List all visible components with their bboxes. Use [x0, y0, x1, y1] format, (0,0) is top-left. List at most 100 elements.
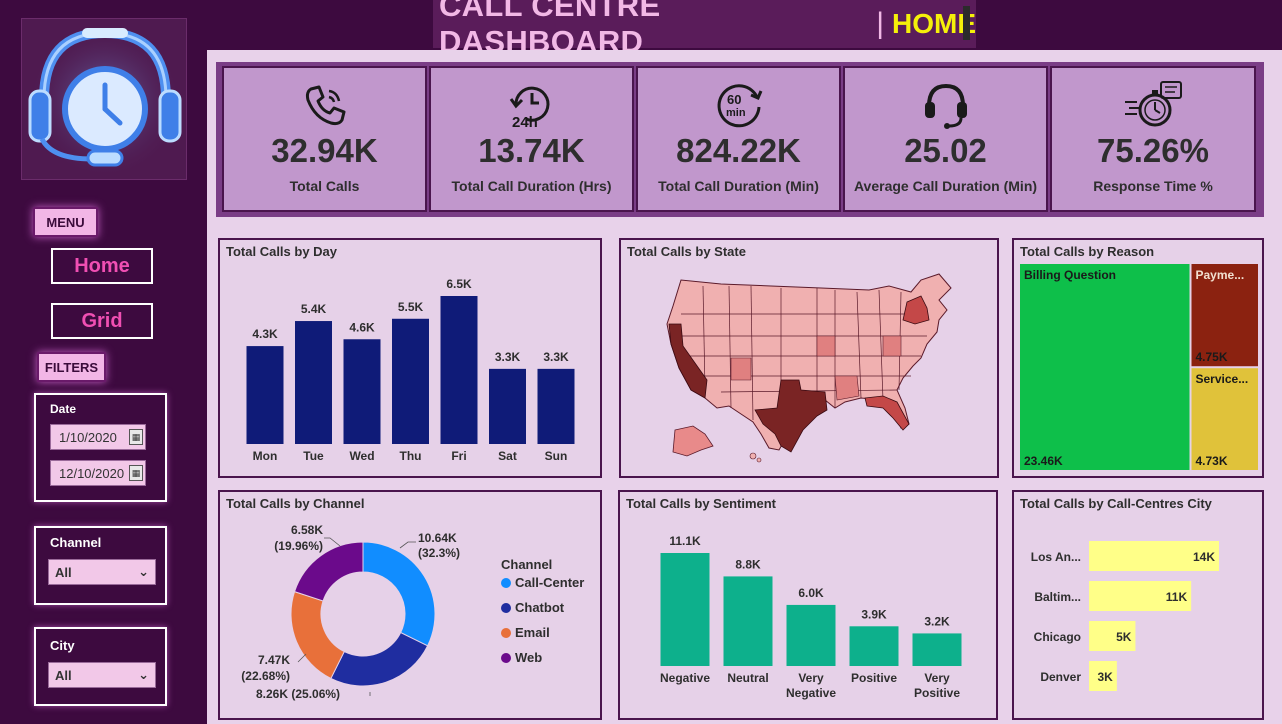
slice-label: 8.26K (25.06%): [256, 687, 340, 701]
leader-line: [297, 653, 307, 663]
menu-label: MENU: [33, 207, 98, 237]
city-select-value: All: [55, 667, 72, 683]
channel-filter: Channel All ⌄: [34, 526, 167, 605]
legend-marker: [501, 603, 511, 613]
x-tick-label: Positive: [914, 686, 960, 700]
title-bar-accent: [963, 6, 970, 40]
nav-grid-button[interactable]: Grid: [51, 303, 153, 339]
date-start-input[interactable]: 1/10/2020 ▦: [50, 424, 146, 450]
stopwatch-icon: [1123, 80, 1183, 130]
treemap-name: Payme...: [1196, 268, 1245, 282]
calendar-icon[interactable]: ▦: [129, 465, 143, 481]
state-hawaii: [749, 452, 757, 460]
city-filter-label: City: [50, 638, 75, 653]
bar: [723, 576, 773, 666]
us-map: [666, 273, 952, 463]
state-midtone: [816, 335, 836, 357]
bar: [295, 321, 332, 444]
slice-label: 7.47K: [258, 653, 290, 667]
x-tick-label: Sun: [545, 449, 568, 463]
y-tick-label: Denver: [1040, 670, 1081, 684]
date-filter-label: Date: [50, 402, 77, 416]
kpi-value: 13.74K: [478, 132, 585, 169]
kpi-label: Response Time %: [1093, 178, 1213, 194]
legend-marker: [501, 653, 511, 663]
channel-select-value: All: [55, 564, 72, 580]
data-label: 11K: [1166, 590, 1188, 604]
legend-marker: [501, 628, 511, 638]
donut-slice: [290, 590, 345, 680]
x-tick-label: Fri: [451, 449, 466, 463]
treemap-name: Service...: [1196, 372, 1249, 386]
kpi-value: 32.94K: [271, 132, 378, 169]
svg-text:60: 60: [727, 92, 741, 107]
legend-title: Channel: [501, 557, 552, 572]
bar: [912, 633, 962, 666]
y-tick-label: Baltim...: [1034, 590, 1081, 604]
data-label: 14K: [1193, 550, 1215, 564]
legend-item: Web: [515, 650, 542, 665]
chart-calls-by-sentiment[interactable]: Total Calls by Sentiment 11.1K Negative 8.…: [618, 490, 998, 720]
kpi-card-response-time: 75.26% Response Time %: [1050, 66, 1256, 212]
reason-treemap: Billing Question 23.46K Payme... 4.75K Servi…: [1020, 264, 1258, 470]
chart-calls-by-state[interactable]: Total Calls by State: [619, 238, 999, 478]
kpi-label: Total Call Duration (Hrs): [451, 178, 612, 194]
phone-icon: [303, 80, 347, 130]
kpi-card-total-calls: 32.94K Total Calls: [222, 66, 427, 212]
x-tick-label: Sat: [498, 449, 517, 463]
date-filter: Date 1/10/2020 ▦ 12/10/2020 ▦: [34, 393, 167, 502]
calendar-icon[interactable]: ▦: [129, 429, 143, 445]
nav-home-button[interactable]: Home: [51, 248, 153, 284]
treemap-value: 4.75K: [1196, 350, 1228, 364]
kpi-card-avg-duration: 25.02 Average Call Duration (Min): [843, 66, 1048, 212]
treemap-name: Billing Question: [1024, 268, 1116, 282]
y-tick-label: Los An...: [1031, 550, 1081, 564]
data-label: 3.3K: [543, 350, 569, 364]
headset-clock-icon: [27, 23, 183, 179]
donut-slice: [330, 631, 429, 687]
city-select[interactable]: All ⌄: [48, 662, 156, 688]
bar: [489, 368, 526, 444]
kpi-label: Total Call Duration (Min): [658, 178, 819, 194]
chevron-down-icon: ⌄: [138, 667, 149, 682]
data-label: 6.5K: [446, 277, 472, 291]
data-label: 3.2K: [924, 614, 950, 628]
bar: [343, 339, 381, 444]
sentiment-plot: 11.1KNegative8.8KNeutral6.0KVeryNegative…: [660, 534, 962, 700]
state-midtone: [882, 335, 902, 357]
chevron-down-icon: ⌄: [138, 564, 149, 579]
legend-marker: [501, 578, 511, 588]
x-tick-label: Very: [924, 671, 950, 685]
data-label: 4.6K: [349, 320, 375, 334]
slice-label: 10.64K: [418, 531, 457, 545]
data-label: 5K: [1116, 630, 1132, 644]
data-label: 3K: [1098, 670, 1114, 684]
slice-label: (22.68%): [241, 669, 290, 683]
city-filter: City All ⌄: [34, 627, 167, 706]
x-tick-label: Neutral: [727, 671, 768, 685]
chart-calls-by-day[interactable]: Total Calls by Day 4.3K Mon 5.4K Tue 4.6K Wed…: [218, 238, 602, 478]
chart-calls-by-reason[interactable]: Total Calls by Reason Billing Question 23…: [1012, 238, 1264, 478]
bar: [786, 604, 836, 666]
bar: [537, 368, 575, 444]
chart-calls-by-city[interactable]: Total Calls by Call-Centres City 14K Los …: [1012, 490, 1264, 720]
title-separator: |: [876, 7, 884, 40]
x-tick-label: Very: [798, 671, 824, 685]
leader-line: [324, 537, 341, 547]
headset-icon: [921, 80, 971, 130]
slice-label: (32.3%): [418, 546, 460, 560]
kpi-value: 75.26%: [1097, 132, 1209, 169]
data-label: 4.3K: [252, 327, 278, 341]
bar: [440, 296, 478, 444]
date-end-input[interactable]: 12/10/2020 ▦: [50, 460, 146, 486]
data-label: 5.5K: [398, 300, 424, 314]
channel-filter-label: Channel: [50, 535, 102, 550]
data-label: 3.9K: [861, 607, 887, 621]
kpi-label: Total Calls: [289, 178, 360, 194]
svg-text:min: min: [726, 107, 746, 119]
calls-by-day-plot: 4.3K Mon 5.4K Tue 4.6K Wed 5.5K Thu 6.5K Fri 3.3K S…: [246, 277, 575, 463]
chart-calls-by-channel[interactable]: Total Calls by Channel 10.64K (32.3%) 6.58…: [218, 490, 602, 720]
channel-select[interactable]: All ⌄: [48, 559, 156, 585]
bar: [246, 346, 284, 444]
date-end-value: 12/10/2020: [59, 465, 125, 481]
